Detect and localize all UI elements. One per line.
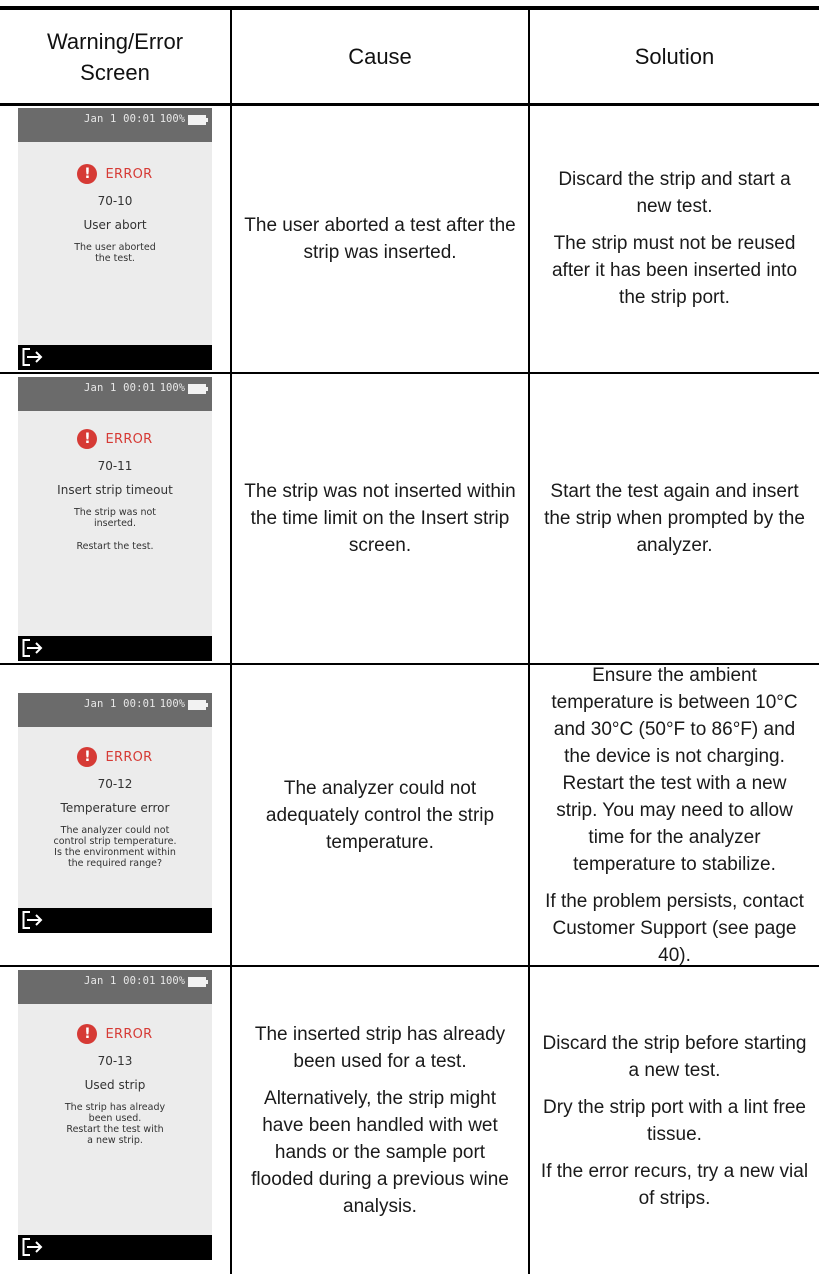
solution-paragraph: If the problem persists, contact Custome… xyxy=(545,890,804,966)
solution-cell-70-13: Discard the strip before starting a new … xyxy=(530,967,819,1274)
battery-percent: 100% xyxy=(159,975,185,987)
solution-paragraph: If the error recurs, try a new vial of s… xyxy=(540,1160,809,1209)
error-alert-icon: ! xyxy=(77,164,98,184)
error-screen-70-12: Jan 1 00:01 100% ! ERROR 70-12 Temperatu… xyxy=(18,693,212,933)
solution-paragraph: The strip must not be reused after it ha… xyxy=(551,233,798,308)
status-bar: Jan 1 00:01 100% xyxy=(18,970,212,1004)
error-title: Insert strip timeout xyxy=(57,483,173,497)
battery-icon xyxy=(188,700,208,710)
error-description: The strip was not inserted. xyxy=(73,507,157,529)
error-title: Used strip xyxy=(84,1078,146,1092)
error-code: 70-11 xyxy=(97,459,133,473)
bottom-bar xyxy=(18,1235,212,1260)
error-label: ERROR xyxy=(105,166,153,182)
error-extra-instruction: Restart the test. xyxy=(76,541,154,552)
cause-cell-70-13: The inserted strip has already been used… xyxy=(232,967,528,1274)
header-cause-label: Cause xyxy=(348,44,412,69)
cause-paragraph: The strip was not inserted within the ti… xyxy=(244,481,516,556)
header-cause: Cause xyxy=(232,10,528,103)
error-description: The strip has already been used. Restart… xyxy=(64,1102,166,1146)
header-screen: Warning/Error Screen xyxy=(0,10,230,103)
error-description: The user aborted the test. xyxy=(74,242,156,264)
cause-cell-70-10: The user aborted a test after the strip … xyxy=(232,105,528,372)
battery-percent: 100% xyxy=(159,113,185,125)
error-code: 70-10 xyxy=(97,194,133,208)
solution-paragraph: Discard the strip and start a new test. xyxy=(558,169,791,217)
error-screen-70-11: Jan 1 00:01 100% ! ERROR 70-11 Insert st… xyxy=(18,377,212,661)
cause-paragraph: Alternatively, the strip might have been… xyxy=(251,1088,509,1217)
error-content: ! ERROR 70-11 Insert strip timeout The s… xyxy=(18,411,212,552)
bottom-bar xyxy=(18,636,212,661)
error-content: ! ERROR 70-12 Temperature error The anal… xyxy=(18,727,212,869)
exit-arrow-icon[interactable] xyxy=(22,348,44,366)
status-date: Jan 1 00:01 xyxy=(83,698,156,710)
bottom-bar xyxy=(18,908,212,933)
error-alert-icon: ! xyxy=(77,429,98,449)
battery-icon xyxy=(188,384,208,394)
status-bar: Jan 1 00:01 100% xyxy=(18,108,212,142)
error-label: ERROR xyxy=(105,1026,153,1042)
exit-arrow-icon[interactable] xyxy=(22,1238,44,1256)
error-content: ! ERROR 70-13 Used strip The strip has a… xyxy=(18,1004,212,1146)
error-label: ERROR xyxy=(105,749,153,765)
error-code: 70-13 xyxy=(97,1054,133,1068)
error-alert-icon: ! xyxy=(77,1024,98,1044)
cause-paragraph: The analyzer could not adequately contro… xyxy=(265,777,495,853)
error-code: 70-12 xyxy=(97,777,133,791)
error-screen-70-13: Jan 1 00:01 100% ! ERROR 70-13 Used stri… xyxy=(18,970,212,1260)
error-description: The analyzer could not control strip tem… xyxy=(53,825,177,869)
cause-cell-70-11: The strip was not inserted within the ti… xyxy=(232,374,528,663)
error-content: ! ERROR 70-10 User abort The user aborte… xyxy=(18,142,212,264)
status-bar: Jan 1 00:01 100% xyxy=(18,693,212,727)
error-title: User abort xyxy=(83,218,147,232)
exit-arrow-icon[interactable] xyxy=(22,911,44,929)
cause-paragraph: The user aborted a test after the strip … xyxy=(244,214,516,263)
cause-cell-70-12: The analyzer could not adequately contro… xyxy=(232,665,528,965)
solution-cell-70-11: Start the test again and insert the stri… xyxy=(530,374,819,663)
status-date: Jan 1 00:01 xyxy=(83,382,156,394)
solution-paragraph: Ensure the ambient temperature is betwee… xyxy=(551,664,798,875)
solution-cell-70-10: Discard the strip and start a new test. … xyxy=(530,105,819,372)
error-title: Temperature error xyxy=(60,801,170,815)
error-screen-70-10: Jan 1 00:01 100% ! ERROR 70-10 User abor… xyxy=(18,108,212,370)
solution-paragraph: Discard the strip before starting a new … xyxy=(542,1032,807,1081)
bottom-bar xyxy=(18,345,212,370)
battery-percent: 100% xyxy=(159,698,185,710)
solution-paragraph: Start the test again and insert the stri… xyxy=(544,481,805,556)
error-alert-icon: ! xyxy=(77,747,98,767)
battery-icon xyxy=(188,977,208,987)
status-bar: Jan 1 00:01 100% xyxy=(18,377,212,411)
header-solution-label: Solution xyxy=(634,44,715,69)
solution-paragraph: Dry the strip port with a lint free tiss… xyxy=(543,1096,806,1145)
error-label: ERROR xyxy=(105,431,153,447)
solution-cell-70-12: Ensure the ambient temperature is betwee… xyxy=(530,664,819,966)
header-solution: Solution xyxy=(530,10,819,103)
battery-icon xyxy=(188,115,208,125)
troubleshooting-table: Warning/Error Screen Cause Solution Jan … xyxy=(0,0,819,1274)
exit-arrow-icon[interactable] xyxy=(22,639,44,657)
status-date: Jan 1 00:01 xyxy=(83,113,156,125)
cause-paragraph: The inserted strip has already been used… xyxy=(254,1024,506,1072)
status-date: Jan 1 00:01 xyxy=(83,975,156,987)
battery-percent: 100% xyxy=(159,382,185,394)
header-screen-label: Warning/Error Screen xyxy=(46,28,184,85)
